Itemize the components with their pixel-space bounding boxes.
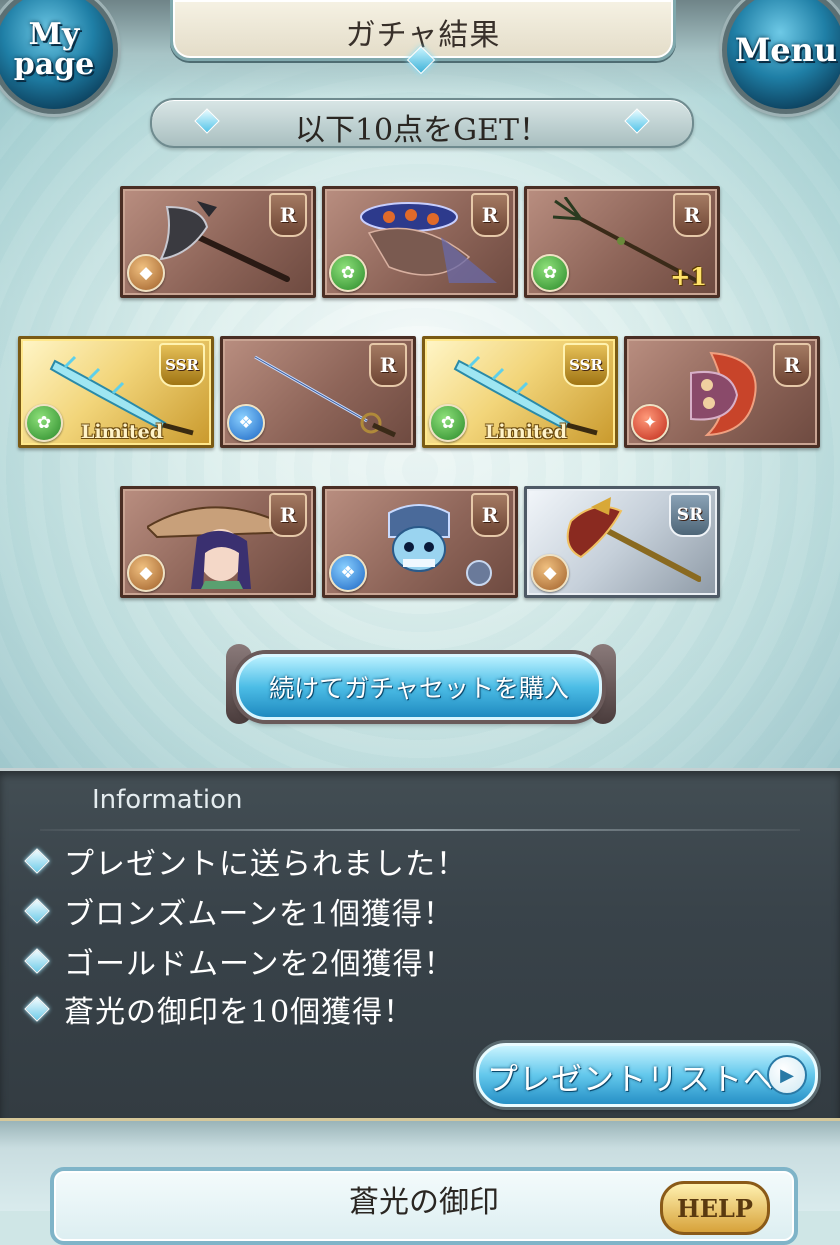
result-card-2[interactable]: R ✿	[322, 186, 518, 298]
water-element-icon: ❖	[329, 554, 367, 592]
result-card-5[interactable]: R ❖	[220, 336, 416, 448]
rarity-badge: R	[269, 493, 307, 537]
info-text: ゴールドムーンを2個獲得！	[64, 947, 455, 982]
play-arrow-icon: ▶	[767, 1055, 807, 1095]
result-card-6[interactable]: SSR ✿ Limited	[422, 336, 618, 448]
buy-button-frame: 続けてガチャセットを購入	[226, 640, 616, 728]
buy-gacha-set-button[interactable]: 続けてガチャセットを購入	[236, 654, 602, 720]
seal-section: 蒼光の御印 HELP	[0, 1118, 840, 1245]
info-line: プレゼントに送られました！	[24, 841, 467, 882]
wind-element-icon: ✿	[329, 254, 367, 292]
fire-element-icon: ✦	[631, 404, 669, 442]
result-card-4[interactable]: SSR ✿ Limited	[18, 336, 214, 448]
rarity-badge: R	[773, 343, 811, 387]
wind-element-icon: ✿	[531, 254, 569, 292]
water-element-icon: ❖	[227, 404, 265, 442]
diamond-bullet-icon	[24, 898, 50, 924]
info-text: プレゼントに送られました！	[64, 847, 467, 882]
result-card-1[interactable]: R ◆	[120, 186, 316, 298]
buy-gacha-set-label: 続けてガチャセットを購入	[269, 674, 569, 703]
info-line: ブロンズムーンを1個獲得！	[24, 891, 454, 932]
result-banner: 以下10点をGET！	[150, 98, 694, 148]
result-card-8[interactable]: R ◆	[120, 486, 316, 598]
result-banner-text: 以下10点をGET！	[294, 113, 550, 148]
seal-panel: 蒼光の御印 HELP	[50, 1167, 798, 1245]
plus-bonus-label: +1	[670, 262, 707, 291]
present-list-label: プレゼントリストへ	[487, 1062, 775, 1098]
gacha-result-area: ガチャ結果 My page Menu 以下10点をGET！ R ◆ R ✿ R …	[0, 0, 840, 768]
information-panel: Information プレゼントに送られました！ ブロンズムーンを1個獲得！ …	[0, 768, 840, 1121]
rarity-badge: R	[471, 193, 509, 237]
earth-element-icon: ◆	[127, 554, 165, 592]
rarity-badge: R	[369, 343, 407, 387]
info-text: 蒼光の御印を10個獲得！	[64, 995, 415, 1030]
limited-label: Limited	[485, 421, 568, 443]
rarity-badge: R	[471, 493, 509, 537]
info-text: ブロンズムーンを1個獲得！	[64, 897, 454, 932]
rarity-badge: SSR	[159, 343, 205, 387]
earth-element-icon: ◆	[531, 554, 569, 592]
limited-label: Limited	[81, 421, 164, 443]
wind-element-icon: ✿	[25, 404, 63, 442]
rarity-badge: R	[269, 193, 307, 237]
diamond-bullet-icon	[24, 848, 50, 874]
info-line: ゴールドムーンを2個獲得！	[24, 941, 455, 982]
divider	[40, 829, 800, 831]
earth-element-icon: ◆	[127, 254, 165, 292]
information-title: Information	[92, 785, 243, 815]
rarity-badge: SR	[669, 493, 711, 537]
info-line: 蒼光の御印を10個獲得！	[24, 989, 415, 1030]
result-card-7[interactable]: R ✦	[624, 336, 820, 448]
wind-element-icon: ✿	[429, 404, 467, 442]
rarity-badge: R	[673, 193, 711, 237]
help-button[interactable]: HELP	[660, 1181, 770, 1235]
diamond-bullet-icon	[24, 996, 50, 1022]
rarity-badge: SSR	[563, 343, 609, 387]
result-card-10[interactable]: SR ◆	[524, 486, 720, 598]
diamond-bullet-icon	[24, 948, 50, 974]
result-card-9[interactable]: R ❖	[322, 486, 518, 598]
present-list-button[interactable]: プレゼントリストへ ▶	[476, 1043, 818, 1107]
result-card-3[interactable]: R ✿ +1	[524, 186, 720, 298]
